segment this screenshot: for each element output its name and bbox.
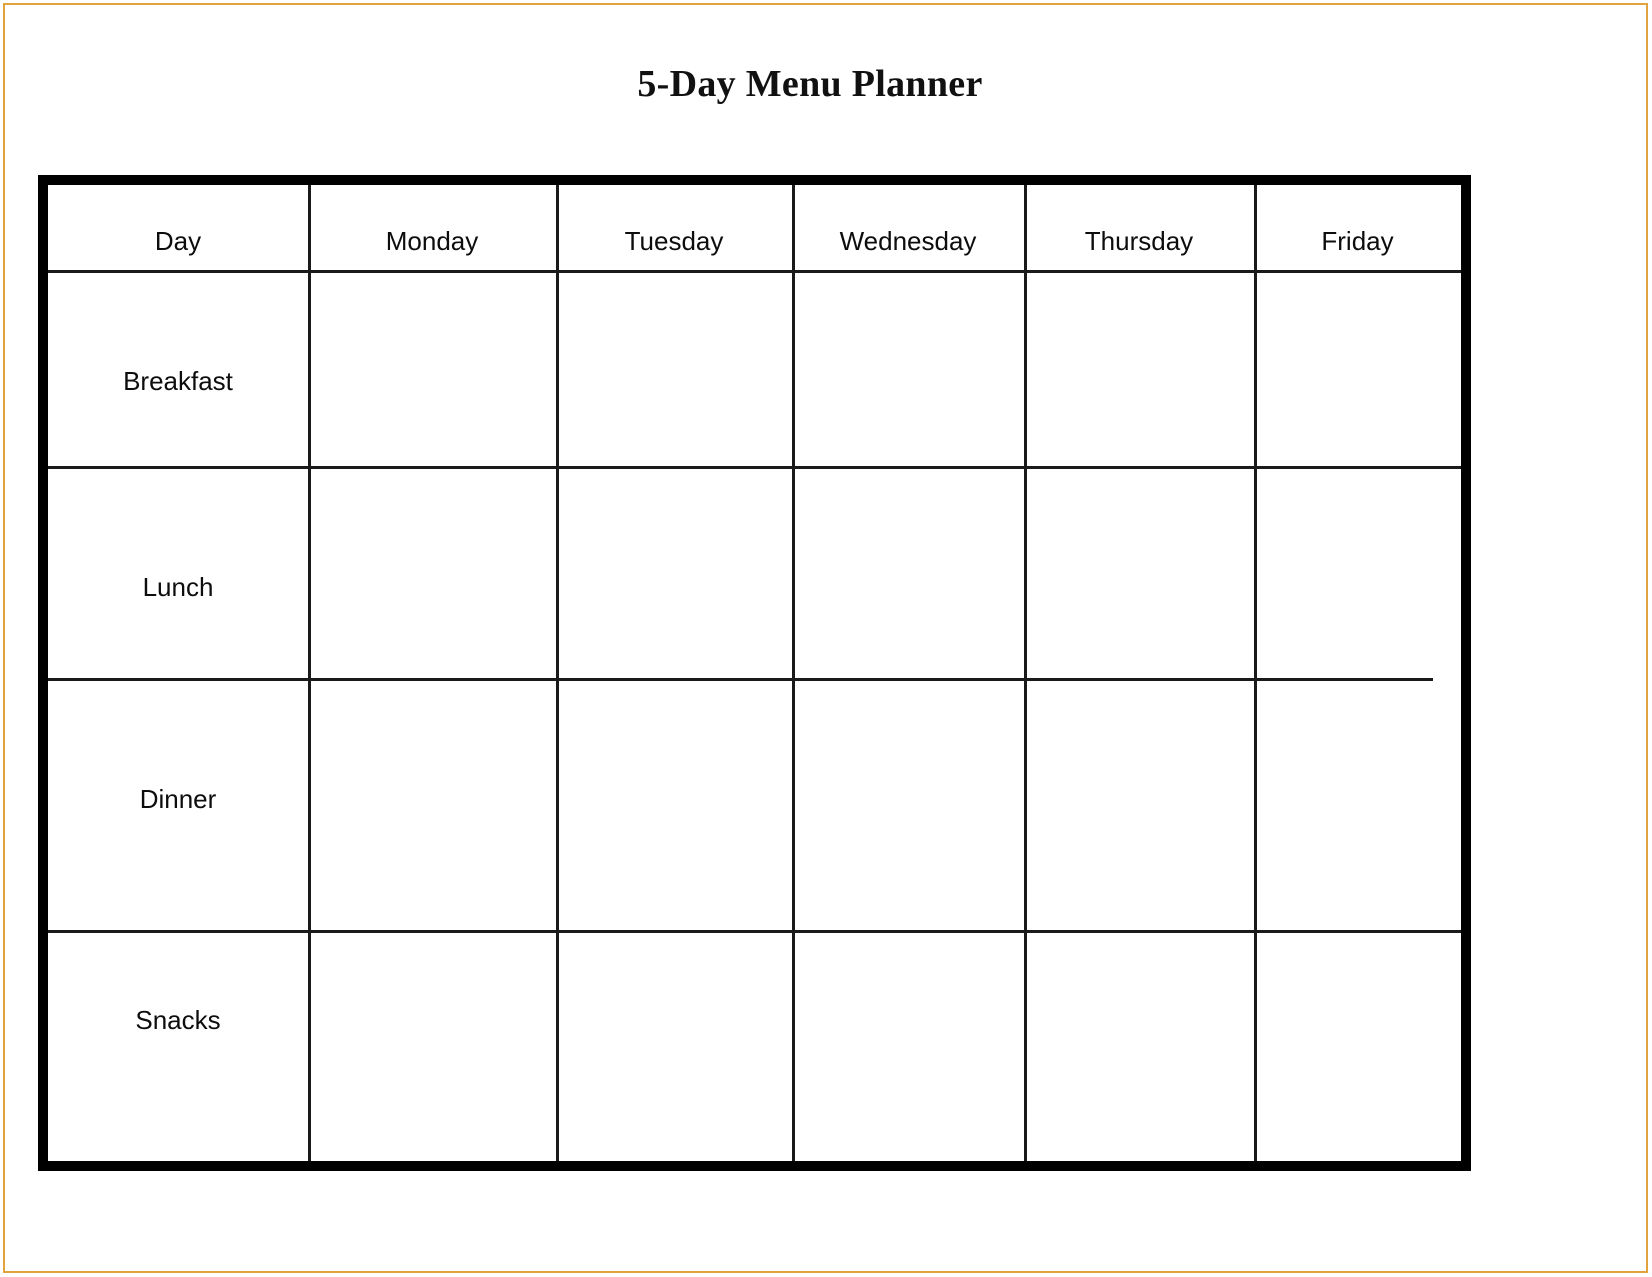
meal-cell-breakfast-thursday[interactable] [1024, 270, 1254, 466]
table-row-snacks: Snacks [48, 930, 1461, 1161]
row-label-cell-lunch: Lunch [48, 466, 308, 678]
meal-cell-breakfast-wednesday[interactable] [792, 270, 1024, 466]
header-cell-monday: Monday [308, 185, 556, 270]
meal-cell-dinner-wednesday[interactable] [792, 678, 1024, 930]
header-label-tuesday: Tuesday [624, 226, 724, 256]
planner-grid: Day Monday Tuesday Wednesday Thursday Fr… [48, 185, 1461, 1161]
meal-cell-dinner-friday[interactable] [1254, 678, 1461, 930]
header-cell-tuesday: Tuesday [556, 185, 792, 270]
row-label-breakfast: Breakfast [123, 365, 233, 396]
meal-cell-lunch-thursday[interactable] [1024, 466, 1254, 678]
meal-cell-dinner-thursday[interactable] [1024, 678, 1254, 930]
row-label-cell-dinner: Dinner [48, 678, 308, 930]
header-cell-wednesday: Wednesday [792, 185, 1024, 270]
table-row-dinner: Dinner [48, 678, 1461, 930]
header-label-friday: Friday [1321, 226, 1394, 256]
meal-cell-dinner-monday[interactable] [308, 678, 556, 930]
header-cell-day: Day [48, 185, 308, 270]
meal-cell-snacks-wednesday[interactable] [792, 930, 1024, 1161]
meal-cell-breakfast-tuesday[interactable] [556, 270, 792, 466]
header-label-thursday: Thursday [1084, 226, 1194, 256]
meal-cell-breakfast-monday[interactable] [308, 270, 556, 466]
grid-line-vertical-monday-tuesday [556, 185, 559, 1161]
meal-cell-lunch-wednesday[interactable] [792, 466, 1024, 678]
menu-planner-table: Day Monday Tuesday Wednesday Thursday Fr… [38, 175, 1471, 1171]
grid-line-vertical-tuesday-wednesday [792, 185, 795, 1161]
grid-line-horizontal-header [48, 270, 1461, 273]
row-label-snacks: Snacks [135, 1005, 221, 1035]
grid-line-vertical-wednesday-thursday [1024, 185, 1027, 1161]
header-label-wednesday: Wednesday [839, 226, 977, 256]
table-row-lunch: Lunch [48, 466, 1461, 678]
meal-cell-lunch-friday[interactable] [1254, 466, 1461, 678]
table-header-row: Day Monday Tuesday Wednesday Thursday Fr… [48, 185, 1461, 270]
row-label-lunch: Lunch [142, 571, 214, 602]
meal-cell-lunch-tuesday[interactable] [556, 466, 792, 678]
grid-line-horizontal-breakfast-lunch [48, 466, 1461, 469]
meal-cell-dinner-tuesday[interactable] [556, 678, 792, 930]
meal-cell-snacks-monday[interactable] [308, 930, 556, 1161]
grid-line-vertical-thursday-friday [1254, 185, 1257, 1161]
header-label-monday: Monday [385, 226, 479, 256]
meal-cell-snacks-thursday[interactable] [1024, 930, 1254, 1161]
meal-cell-lunch-monday[interactable] [308, 466, 556, 678]
meal-cell-snacks-friday[interactable] [1254, 930, 1461, 1161]
header-cell-thursday: Thursday [1024, 185, 1254, 270]
grid-line-horizontal-lunch-dinner [48, 678, 1433, 681]
meal-cell-snacks-tuesday[interactable] [556, 930, 792, 1161]
row-label-cell-breakfast: Breakfast [48, 270, 308, 466]
meal-cell-breakfast-friday[interactable] [1254, 270, 1461, 466]
table-row-breakfast: Breakfast [48, 270, 1461, 466]
row-label-cell-snacks: Snacks [48, 930, 308, 1161]
header-label-day: Day [154, 226, 202, 256]
grid-line-vertical-day-monday [308, 185, 311, 1161]
row-label-dinner: Dinner [139, 783, 217, 814]
menu-planner-page: 5-Day Menu Planner Day Monday Tuesday We… [0, 0, 1652, 1277]
header-cell-friday: Friday [1254, 185, 1461, 270]
grid-line-horizontal-dinner-snacks [48, 930, 1461, 933]
page-title: 5-Day Menu Planner [637, 63, 983, 105]
